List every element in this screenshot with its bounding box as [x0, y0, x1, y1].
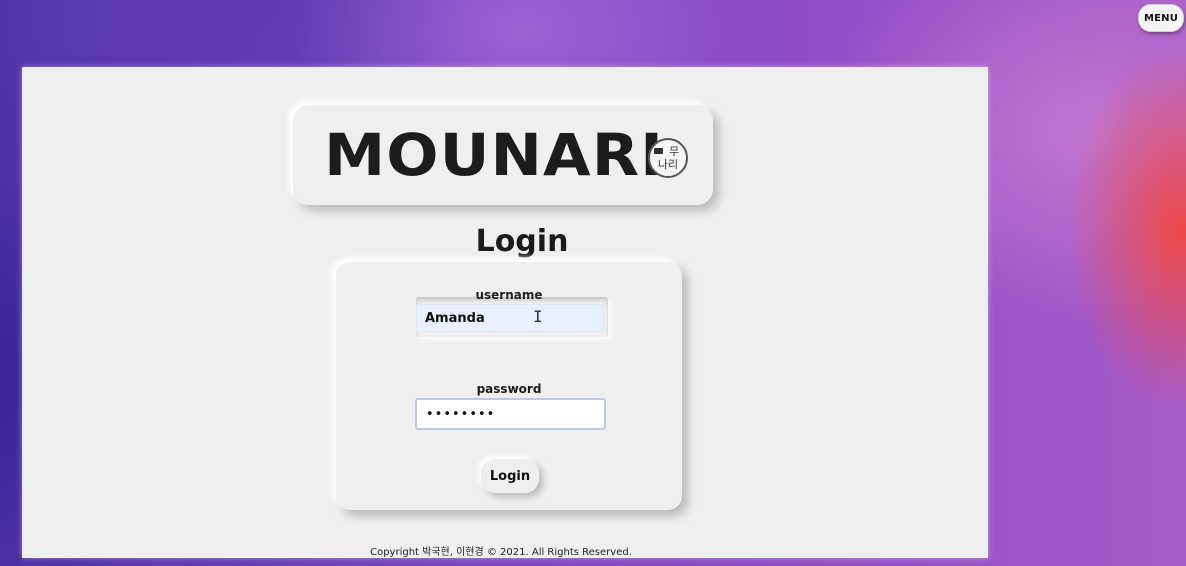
text-cursor-icon: I — [533, 307, 543, 326]
password-input[interactable] — [415, 398, 606, 430]
copyright-text: Copyright 박국현, 이현경 © 2021. All Rights Re… — [370, 547, 632, 558]
username-input[interactable] — [416, 304, 604, 332]
login-form-card: username I password Login — [336, 262, 682, 510]
password-label: password — [476, 382, 542, 396]
badge-line-2: 나리 — [657, 158, 679, 171]
login-button[interactable]: Login — [481, 459, 539, 493]
page-title: Login — [475, 224, 569, 259]
logo-badge: 무 나리 — [648, 138, 688, 178]
menu-button[interactable]: MENU — [1138, 4, 1184, 32]
camera-icon — [654, 148, 663, 154]
logo-card: MOUNARI 무 나리 — [293, 105, 713, 205]
logo-text: MOUNARI — [324, 121, 665, 189]
main-panel: MOUNARI 무 나리 Login username I password L… — [22, 67, 988, 558]
